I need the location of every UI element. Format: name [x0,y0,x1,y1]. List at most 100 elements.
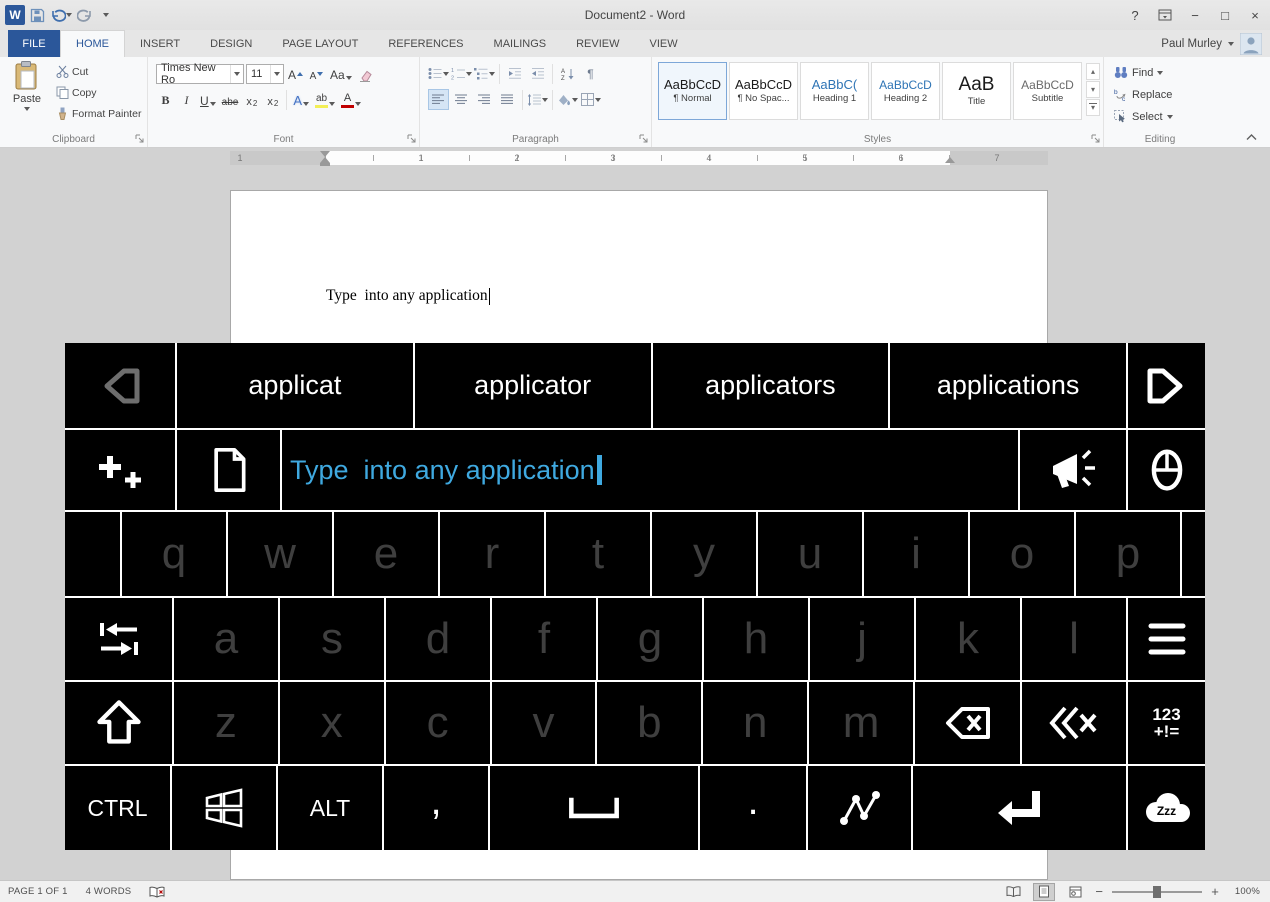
key-space[interactable] [490,766,698,850]
horizontal-ruler[interactable]: 11234567 [0,148,1270,168]
key-backspace[interactable] [915,682,1020,764]
key-k[interactable]: k [916,598,1020,680]
shading-button[interactable] [557,89,578,110]
key-l[interactable]: l [1022,598,1126,680]
save-button[interactable] [28,4,46,26]
key-tab[interactable] [65,598,172,680]
left-indent-marker[interactable] [320,163,330,166]
key-add-phrase[interactable] [65,430,175,510]
styles-scroll-down-button[interactable]: ▾ [1086,81,1100,98]
suggestion-1[interactable]: applicat [177,343,413,428]
key-t[interactable]: t [546,512,650,596]
print-layout-button[interactable] [1033,883,1055,901]
key-numbers-symbols[interactable]: 123 +!= [1128,682,1205,764]
tab-insert[interactable]: INSERT [125,30,195,57]
key-o[interactable]: o [970,512,1074,596]
maximize-button[interactable]: □ [1210,0,1240,30]
undo-button[interactable] [49,4,73,26]
font-size-dropdown-icon[interactable] [270,65,283,83]
font-color-button[interactable]: A [339,89,363,110]
styles-more-button[interactable]: ▾ [1086,99,1100,116]
key-n[interactable]: n [703,682,807,764]
grow-font-button[interactable]: A [286,63,305,84]
font-size-combo[interactable]: 11 [246,64,284,84]
tab-home[interactable]: HOME [60,30,125,57]
align-right-button[interactable] [474,89,495,110]
close-button[interactable]: × [1240,0,1270,30]
tab-file[interactable]: FILE [8,30,60,57]
zoom-slider-thumb[interactable] [1153,886,1161,898]
suggestion-4[interactable]: applications [890,343,1126,428]
keyboard-input-field[interactable]: Type into any application [282,430,1018,510]
sort-button[interactable]: AZ [557,63,578,84]
show-formatting-button[interactable]: ¶ [580,63,601,84]
paste-button[interactable]: Paste [6,61,48,127]
tab-view[interactable]: VIEW [635,30,693,57]
numbering-button[interactable]: 12 [451,63,472,84]
replace-button[interactable]: bc Replace [1114,84,1172,105]
key-y[interactable]: y [652,512,756,596]
style-subtitle[interactable]: AaBbCcDSubtitle [1013,62,1082,120]
key-u[interactable]: u [758,512,862,596]
tab-references[interactable]: REFERENCES [373,30,478,57]
styles-scroll-up-button[interactable]: ▴ [1086,63,1100,80]
multilevel-list-button[interactable] [474,63,495,84]
word-count[interactable]: 4 WORDS [86,886,132,897]
change-case-button[interactable]: Aa [328,63,354,84]
style-heading-1[interactable]: AaBbC(Heading 1 [800,62,869,120]
copy-button[interactable]: Copy [54,82,143,103]
key-gesture[interactable] [808,766,911,850]
style-normal[interactable]: AaBbCcD¶ Normal [658,62,727,120]
word-logo-icon[interactable]: W [5,5,25,25]
subscript-button[interactable]: x2 [242,89,261,110]
decrease-indent-button[interactable] [504,63,525,84]
clear-formatting-button[interactable] [356,63,375,84]
tab-page-layout[interactable]: PAGE LAYOUT [267,30,373,57]
key-ctrl[interactable]: CTRL [65,766,170,850]
key-x[interactable]: x [280,682,384,764]
key-shift[interactable] [65,682,172,764]
page-indicator[interactable]: PAGE 1 OF 1 [8,886,68,897]
right-indent-marker[interactable] [945,157,955,163]
key-j[interactable]: j [810,598,914,680]
key-e[interactable]: e [334,512,438,596]
key-period[interactable]: . [700,766,806,850]
tab-mailings[interactable]: MAILINGS [479,30,562,57]
bullets-button[interactable] [428,63,449,84]
borders-button[interactable] [580,89,601,110]
find-button[interactable]: Find [1114,62,1163,83]
key-p[interactable]: p [1076,512,1180,596]
key-speak[interactable] [1020,430,1126,510]
key-mouse-mode[interactable] [1128,430,1205,510]
key-alt[interactable]: ALT [278,766,382,850]
italic-button[interactable]: I [177,89,196,110]
bold-button[interactable]: B [156,89,175,110]
style-heading-2[interactable]: AaBbCcDHeading 2 [871,62,940,120]
help-button[interactable]: ? [1120,0,1150,30]
ribbon-display-options-button[interactable] [1150,0,1180,30]
zoom-in-button[interactable]: + [1211,884,1219,899]
key-b[interactable]: b [597,682,701,764]
justify-button[interactable] [497,89,518,110]
redo-button[interactable] [76,4,94,26]
web-layout-button[interactable] [1064,883,1086,901]
align-left-button[interactable] [428,89,449,110]
key-a[interactable]: a [174,598,278,680]
key-w[interactable]: w [228,512,332,596]
key-h[interactable]: h [704,598,808,680]
key-nav-back[interactable] [65,343,175,428]
key-g[interactable]: g [598,598,702,680]
document-text-line[interactable]: Type into any application [326,287,490,305]
underline-button[interactable]: U [198,89,218,110]
key-i[interactable]: i [864,512,968,596]
key-d[interactable]: d [386,598,490,680]
key-z[interactable]: z [174,682,278,764]
collapse-ribbon-button[interactable] [1245,133,1258,141]
cut-button[interactable]: Cut [54,61,143,82]
style-no-spac[interactable]: AaBbCcD¶ No Spac... [729,62,798,120]
key-m[interactable]: m [809,682,913,764]
strikethrough-button[interactable]: abe [220,89,241,110]
increase-indent-button[interactable] [527,63,548,84]
zoom-slider[interactable] [1112,891,1202,893]
font-name-dropdown-icon[interactable] [230,65,243,83]
